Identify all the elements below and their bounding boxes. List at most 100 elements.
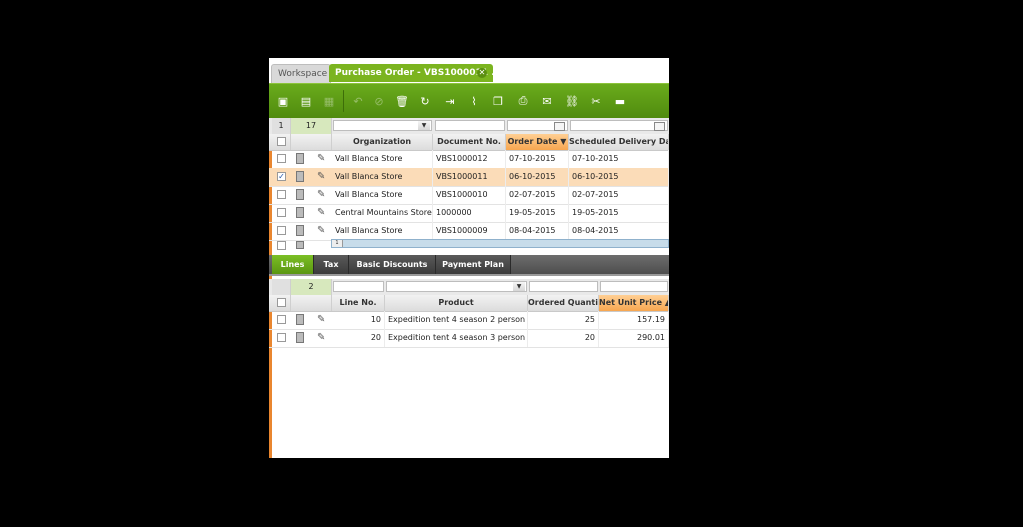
calendar-icon[interactable] (654, 122, 665, 131)
document-icon[interactable] (296, 189, 304, 200)
cell-net-unit-price: 290.01 (599, 329, 669, 347)
cell-organization: Vall Blanca Store (332, 222, 433, 240)
col-ordered-quantity[interactable]: Ordered Quantity (528, 295, 599, 311)
copy-icon[interactable]: ❐ (489, 92, 507, 110)
col-delivery-date[interactable]: Scheduled Delivery Date (569, 134, 669, 150)
tab-bar: Workspace Purchase Order - VBS1000011 ..… (269, 58, 669, 84)
cancel-icon[interactable]: ⊘ (370, 92, 388, 110)
email-icon[interactable]: ✉ (538, 92, 556, 110)
tab-purchase-order[interactable]: Purchase Order - VBS1000011 ... ✕ (329, 64, 501, 82)
export-icon[interactable]: ⇥ (441, 92, 459, 110)
quantity-filter[interactable] (529, 281, 598, 292)
delivery-date-filter[interactable] (570, 120, 668, 131)
header-columns: Organization Document No. Order Date ▼ S… (269, 134, 669, 151)
select-all-checkbox[interactable] (277, 137, 286, 146)
document-icon[interactable] (296, 241, 304, 249)
cell-document-no: 1000000 (433, 204, 506, 222)
delete-icon[interactable]: 🗑 (393, 92, 411, 110)
cell-organization: Vall Blanca Store (332, 186, 433, 204)
cell-product: Expedition tent 4 season 3 person (385, 329, 528, 347)
col-order-date-label: Order Date (507, 137, 558, 146)
select-all-cell (272, 134, 291, 150)
subtab-tax[interactable]: Tax (314, 255, 349, 274)
order-date-filter[interactable] (507, 120, 568, 131)
toolbar-divider (343, 90, 344, 112)
document-icon[interactable] (296, 171, 304, 182)
table-row[interactable]: ✎ Vall Blanca Store VBS1000012 07-10-2015 07… (269, 150, 669, 169)
row-checkbox[interactable]: ✓ (277, 172, 286, 181)
table-row[interactable]: ✎ 20 Expedition tent 4 season 3 person 20 29… (269, 329, 669, 348)
lines-selected-count (272, 279, 291, 295)
organization-filter[interactable]: ▼ (333, 120, 432, 131)
lines-select-all-checkbox[interactable] (277, 298, 286, 307)
document-no-filter[interactable] (435, 120, 505, 131)
row-checkbox[interactable] (277, 208, 286, 217)
cell-order-date: 19-05-2015 (506, 204, 569, 222)
edit-pencil-icon[interactable]: ✎ (317, 171, 325, 182)
row-checkbox[interactable] (277, 241, 286, 250)
lines-total-count: 2 (291, 279, 332, 295)
edit-pencil-icon[interactable]: ✎ (317, 153, 325, 164)
table-row[interactable]: ✎ Central Mountains Store 1000000 19-05-201… (269, 204, 669, 223)
print-icon[interactable]: ⎙ (514, 92, 532, 110)
row-checkbox[interactable] (277, 333, 286, 342)
document-icon[interactable] (296, 332, 304, 343)
row-checkbox[interactable] (277, 154, 286, 163)
edit-pencil-icon[interactable]: ✎ (317, 189, 325, 200)
close-tab-icon[interactable]: ✕ (477, 68, 487, 78)
cell-delivery-date: 06-10-2015 (569, 168, 669, 186)
more-icon[interactable]: ▬ (611, 92, 629, 110)
grid-icon[interactable]: ▤ (297, 92, 315, 110)
col-organization[interactable]: Organization (332, 134, 433, 150)
edit-pencil-icon[interactable]: ✎ (317, 207, 325, 218)
cell-order-date: 02-07-2015 (506, 186, 569, 204)
document-icon[interactable] (296, 153, 304, 164)
cell-ordered-quantity: 25 (528, 311, 599, 329)
row-checkbox[interactable] (277, 315, 286, 324)
chevron-down-icon[interactable]: ▼ (513, 282, 525, 291)
cell-order-date: 06-10-2015 (506, 168, 569, 186)
lines-select-all-cell (272, 295, 291, 311)
document-icon[interactable] (296, 225, 304, 236)
attach-icon[interactable]: ⌇ (465, 92, 483, 110)
save-icon[interactable]: ▦ (320, 92, 338, 110)
col-product[interactable]: Product (385, 295, 528, 311)
subtab-payment-plan[interactable]: Payment Plan (436, 255, 511, 274)
chevron-down-icon[interactable]: ▼ (418, 121, 430, 130)
scroll-thumb[interactable]: 1 (332, 240, 343, 247)
table-row[interactable]: ✎ 10 Expedition tent 4 season 2 person 25 15… (269, 311, 669, 330)
cell-delivery-date: 19-05-2015 (569, 204, 669, 222)
document-icon[interactable] (296, 314, 304, 325)
horizontal-scrollbar[interactable]: 1 (331, 239, 669, 248)
line-no-filter[interactable] (333, 281, 384, 292)
actions-header (291, 134, 332, 150)
edit-pencil-icon[interactable]: ✎ (317, 314, 325, 325)
col-line-no[interactable]: Line No. (332, 295, 385, 311)
subtab-basic-discounts[interactable]: Basic Discounts (349, 255, 436, 274)
col-net-unit-price[interactable]: Net Unit Price ▲ (599, 295, 669, 311)
link-icon[interactable]: ⛓ (563, 92, 581, 110)
subtab-lines[interactable]: Lines (272, 255, 314, 274)
row-checkbox[interactable] (277, 190, 286, 199)
cell-document-no: VBS1000012 (433, 150, 506, 168)
edit-pencil-icon[interactable]: ✎ (317, 332, 325, 343)
edit-pencil-icon[interactable]: ✎ (317, 225, 325, 236)
document-icon[interactable] (296, 207, 304, 218)
new-icon[interactable]: ▣ (274, 92, 292, 110)
col-document-no[interactable]: Document No. (433, 134, 506, 150)
undo-icon[interactable]: ↶ (349, 92, 367, 110)
table-row[interactable]: ✎ Vall Blanca Store VBS1000010 02-07-2015 02… (269, 186, 669, 205)
toolbar: ▣ ▤ ▦ ↶ ⊘ 🗑 ↻ ⇥ ⌇ ❐ ⎙ ✉ ⛓ ✂ ▬ (269, 83, 669, 121)
cell-delivery-date: 02-07-2015 (569, 186, 669, 204)
refresh-icon[interactable]: ↻ (416, 92, 434, 110)
row-checkbox[interactable] (277, 226, 286, 235)
tab-workspace[interactable]: Workspace (271, 64, 331, 83)
cell-order-date: 08-04-2015 (506, 222, 569, 240)
col-order-date[interactable]: Order Date ▼ (506, 134, 569, 150)
price-filter[interactable] (600, 281, 668, 292)
product-filter[interactable]: ▼ (386, 281, 527, 292)
tools-icon[interactable]: ✂ (587, 92, 605, 110)
table-row[interactable]: ✓ ✎ Vall Blanca Store VBS1000011 06-10-2015 0… (269, 168, 669, 187)
subtab-bar: Lines Tax Basic Discounts Payment Plan (269, 255, 669, 276)
calendar-icon[interactable] (554, 122, 565, 131)
